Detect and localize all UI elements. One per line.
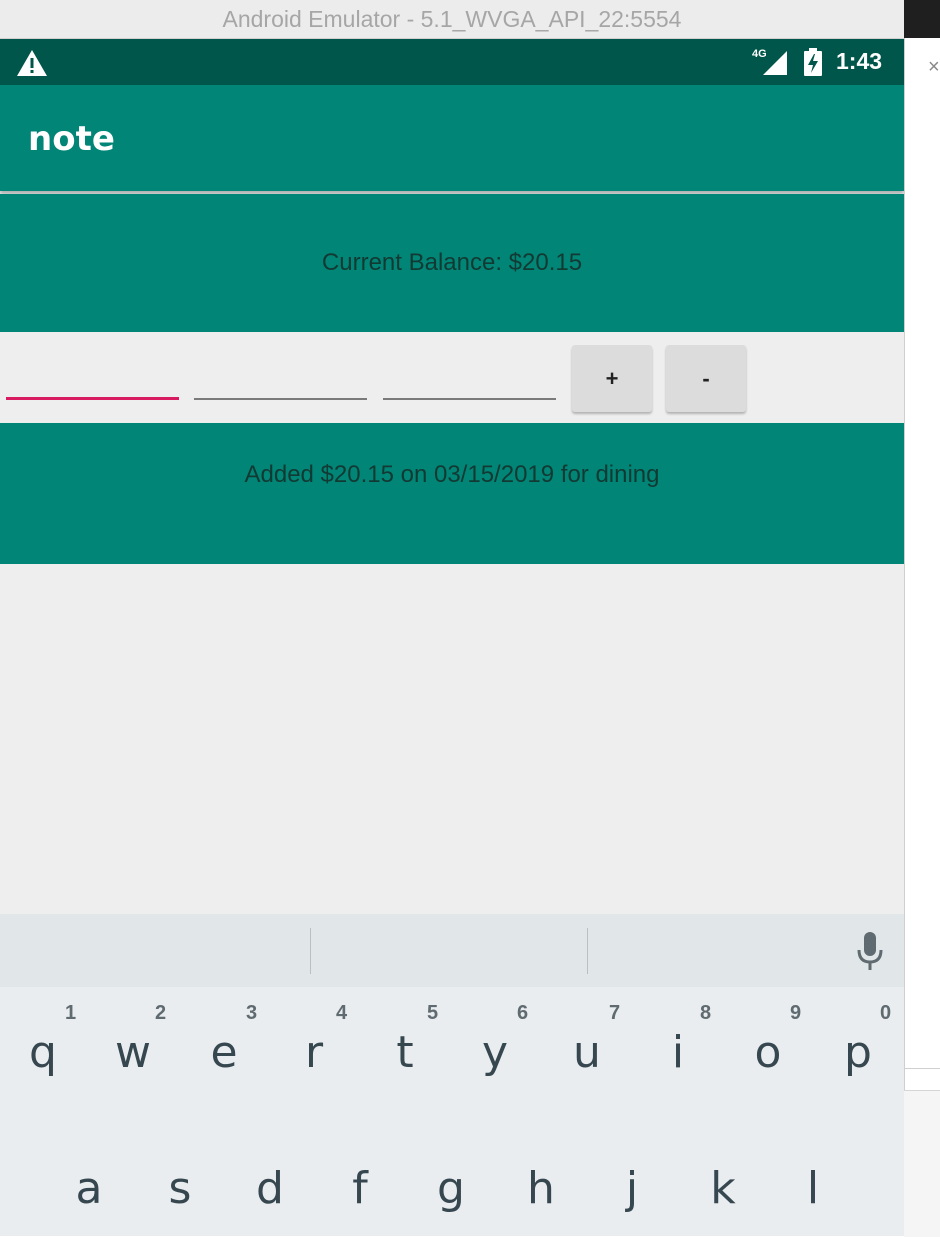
- key-letter: f: [352, 1163, 368, 1214]
- side-panel-divider: [904, 1068, 940, 1069]
- keyboard-suggestion-bar: [0, 914, 904, 987]
- device-screen: 4G 1:43 note Current Balance: $20.15 + -…: [0, 39, 904, 1236]
- balance-panel: Current Balance: $20.15: [0, 194, 904, 332]
- key-a[interactable]: a: [45, 1111, 133, 1236]
- suggestion-divider: [587, 928, 588, 974]
- key-hint: 3: [246, 1002, 258, 1024]
- key-letter: y: [481, 1027, 509, 1078]
- warning-triangle-icon: [17, 50, 47, 76]
- key-hint: 1: [65, 1002, 77, 1024]
- key-letter: i: [671, 1027, 685, 1078]
- key-r[interactable]: 4r: [270, 987, 358, 1111]
- history-entry: Added $20.15 on 03/15/2019 for dining: [244, 461, 660, 488]
- key-hint: 5: [427, 1002, 439, 1024]
- key-hint: 9: [790, 1002, 802, 1024]
- emulator-side-panel: [904, 38, 940, 1236]
- key-letter: j: [625, 1163, 639, 1214]
- key-l[interactable]: l: [769, 1111, 857, 1236]
- key-hint: 7: [609, 1002, 621, 1024]
- key-p[interactable]: 0p: [814, 987, 902, 1111]
- key-f[interactable]: f: [316, 1111, 404, 1236]
- window-title-bar: Android Emulator - 5.1_WVGA_API_22:5554: [0, 0, 904, 39]
- key-i[interactable]: 8i: [634, 987, 722, 1111]
- status-bar: 4G 1:43: [0, 39, 904, 85]
- key-o[interactable]: 9o: [724, 987, 812, 1111]
- cell-signal-icon: [763, 51, 787, 75]
- key-letter: e: [210, 1027, 238, 1078]
- key-g[interactable]: g: [407, 1111, 495, 1236]
- key-letter: k: [710, 1163, 736, 1214]
- key-letter: r: [304, 1027, 324, 1078]
- key-letter: w: [115, 1027, 151, 1078]
- add-button[interactable]: +: [572, 345, 652, 412]
- key-letter: h: [527, 1163, 555, 1214]
- key-h[interactable]: h: [497, 1111, 585, 1236]
- key-q[interactable]: 1q: [0, 987, 87, 1111]
- current-balance-text: Current Balance: $20.15: [321, 249, 583, 276]
- key-w[interactable]: 2w: [89, 987, 177, 1111]
- soft-keyboard: 1q2w3e4r5t6y7u8i9o0pasdfghjkl: [0, 987, 904, 1236]
- key-j[interactable]: j: [588, 1111, 676, 1236]
- key-t[interactable]: 5t: [361, 987, 449, 1111]
- subtract-button[interactable]: -: [666, 345, 746, 412]
- transaction-input-row: + -: [0, 332, 904, 423]
- amount-input[interactable]: [6, 356, 179, 400]
- window-corner: [904, 0, 940, 38]
- date-input[interactable]: [194, 356, 367, 400]
- window-title: Android Emulator - 5.1_WVGA_API_22:5554: [222, 5, 682, 32]
- key-letter: u: [573, 1027, 601, 1078]
- side-panel-close-icon[interactable]: ×: [928, 56, 940, 79]
- app-toolbar: note: [0, 85, 904, 191]
- key-letter: p: [844, 1027, 872, 1078]
- key-letter: o: [754, 1027, 782, 1078]
- key-hint: 4: [336, 1002, 348, 1024]
- key-hint: 0: [880, 1002, 892, 1024]
- app-title: note: [28, 119, 115, 159]
- microphone-icon[interactable]: [856, 932, 884, 972]
- key-letter: a: [75, 1163, 103, 1214]
- key-letter: t: [396, 1027, 414, 1078]
- key-e[interactable]: 3e: [180, 987, 268, 1111]
- key-hint: 2: [155, 1002, 167, 1024]
- key-letter: g: [437, 1163, 465, 1214]
- suggestion-divider: [310, 928, 311, 974]
- key-k[interactable]: k: [679, 1111, 767, 1236]
- history-panel: Added $20.15 on 03/15/2019 for dining: [0, 423, 904, 564]
- key-u[interactable]: 7u: [543, 987, 631, 1111]
- key-hint: 6: [517, 1002, 529, 1024]
- key-letter: s: [168, 1163, 192, 1214]
- key-letter: d: [256, 1163, 284, 1214]
- side-panel-lower: [904, 1090, 940, 1237]
- key-y[interactable]: 6y: [451, 987, 539, 1111]
- key-s[interactable]: s: [136, 1111, 224, 1236]
- key-letter: l: [806, 1163, 820, 1214]
- key-letter: q: [29, 1027, 57, 1078]
- key-hint: 8: [700, 1002, 712, 1024]
- battery-charging-icon: [804, 48, 822, 76]
- status-clock: 1:43: [836, 48, 883, 74]
- key-d[interactable]: d: [226, 1111, 314, 1236]
- category-input[interactable]: [383, 356, 556, 400]
